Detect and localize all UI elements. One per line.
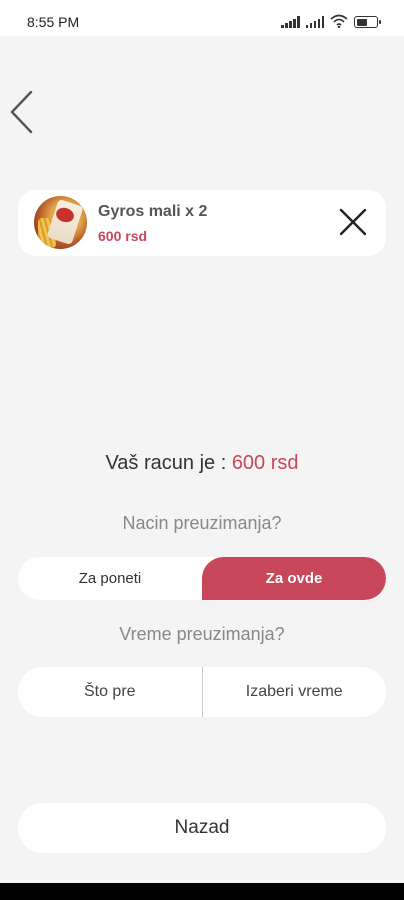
order-item-price: 600 rsd	[98, 228, 148, 244]
pickup-time-toggle: Što pre Izaberi vreme	[18, 667, 386, 717]
system-navigation-bar	[0, 883, 404, 900]
order-item-name: Gyros mali x 2	[98, 203, 208, 220]
pickup-method-toggle: Za poneti Za ovde	[18, 557, 386, 600]
order-item-card: Gyros mali x 2 600 rsd	[18, 190, 386, 256]
bill-total-label: Vaš racun je :	[105, 452, 232, 474]
battery-icon	[354, 16, 381, 28]
pickup-method-question: Nacin preuzimanja?	[122, 513, 282, 533]
bill-total: Vaš racun je : 600 rsd	[0, 452, 404, 475]
food-thumbnail	[32, 194, 89, 251]
signal-icon	[281, 16, 300, 28]
close-icon	[339, 208, 367, 236]
wifi-icon	[330, 14, 348, 28]
status-icons	[281, 14, 381, 28]
chevron-left-icon	[10, 90, 33, 134]
remove-item-button[interactable]	[338, 207, 368, 237]
pickup-time-question: Vreme preuzimanja?	[119, 624, 285, 644]
status-bar: 8:55 PM	[0, 0, 404, 36]
back-button[interactable]: Nazad	[18, 803, 386, 853]
back-arrow-button[interactable]	[8, 90, 38, 134]
option-dine-in[interactable]: Za ovde	[202, 557, 386, 600]
option-choose-time[interactable]: Izaberi vreme	[201, 667, 387, 717]
status-time: 8:55 PM	[27, 14, 80, 30]
bill-total-amount: 600 rsd	[231, 452, 299, 474]
option-takeaway[interactable]: Za poneti	[18, 557, 202, 600]
signal-icon	[305, 16, 324, 28]
option-asap[interactable]: Što pre	[18, 667, 202, 717]
